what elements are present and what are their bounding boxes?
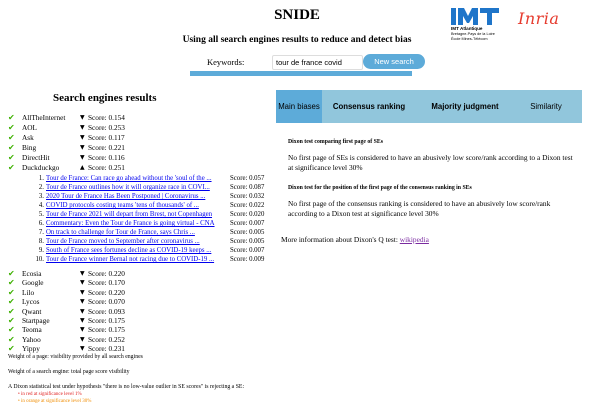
result-link[interactable]: Tour de France winner Bernal not racing … — [46, 255, 214, 264]
dixon-red-text: in red at significance level 1% — [21, 392, 82, 397]
check-icon: ✔ — [8, 133, 15, 142]
dixon-red-legend: • in red at significance level 1% — [18, 392, 82, 397]
result-index: 4. — [38, 202, 44, 209]
engine-weight-note: Weight of a search engine: total page sc… — [8, 369, 130, 375]
engine-score: Score: 0.231 — [88, 344, 125, 354]
result-link[interactable]: South of France sees fortunes decline as… — [46, 246, 211, 255]
dixon1-heading: Dixon test comparing first page of SEs — [288, 139, 384, 145]
keywords-label: Keywords: — [207, 57, 245, 67]
search-input[interactable] — [272, 55, 363, 70]
result-row: 8. Tour de France moved to September afte… — [32, 237, 264, 246]
imt-atlantique-logo: IMT Atlantique Bretagne-Pays de la Loire… — [449, 7, 507, 43]
dixon-intro-note: A Dixon statistical test under hypothesi… — [8, 384, 245, 390]
result-link[interactable]: Tour de France outlines how it will orga… — [46, 183, 210, 192]
check-icon: ✔ — [8, 344, 15, 354]
result-index: 8. — [38, 238, 44, 245]
result-row: 4. COVID protocols costing teams 'tens of… — [32, 201, 264, 210]
engine-score: Score: 0.117 — [88, 133, 125, 142]
engine-name: Ask — [22, 133, 34, 142]
result-index: 5. — [38, 211, 44, 218]
chevron-up-icon[interactable]: ▲ — [80, 163, 85, 173]
result-index: 7. — [38, 229, 44, 236]
result-link[interactable]: COVID protocols costing teams 'tens of t… — [46, 201, 199, 210]
results-title: Search engines results — [53, 92, 157, 104]
tab-bar: Main biases Consensus ranking Majority j… — [276, 90, 582, 123]
page-weight-note: Weight of a page: visibility provided by… — [8, 354, 143, 360]
dixon2-text: No first page of the consensus ranking i… — [288, 199, 551, 218]
engine-name: Bing — [22, 143, 37, 152]
result-score: Score: 0.005 — [230, 238, 265, 245]
chevron-down-icon[interactable]: ▼ — [80, 143, 85, 153]
new-search-button[interactable]: New search — [363, 54, 425, 69]
chevron-down-icon[interactable]: ▼ — [80, 153, 85, 163]
result-row: 1. Tour de France: Can race go ahead with… — [32, 174, 264, 183]
result-link[interactable]: Tour de France 2021 will depart from Bre… — [46, 210, 212, 219]
imt-logo-text-3: École Mines-Télécom — [451, 37, 488, 41]
chevron-down-icon[interactable]: ▼ — [80, 133, 85, 143]
imt-logo-text-2: Bretagne-Pays de la Loire — [451, 32, 495, 36]
engine-score: Score: 0.116 — [88, 153, 125, 162]
result-row: 5. Tour de France 2021 will depart from B… — [32, 210, 264, 219]
engine-name: Duckduckgo — [22, 163, 60, 172]
result-link[interactable]: Tour de France: Can race go ahead withou… — [46, 174, 212, 183]
result-link[interactable]: Commentary: Even the Tour de France is g… — [46, 219, 215, 228]
dixon-orange-text: in orange at significance level 30% — [21, 399, 92, 404]
engine-name: Yippy — [22, 344, 40, 354]
result-score: Score: 0.005 — [230, 229, 265, 236]
result-row: 6. Commentary: Even the Tour de France is… — [32, 219, 264, 228]
tab-similarity[interactable]: Similarity — [510, 90, 582, 123]
engine-score: Score: 0.251 — [88, 163, 125, 172]
tab-main-biases[interactable]: Main biases — [276, 90, 322, 123]
result-link[interactable]: On track to challenge for Tour de France… — [46, 228, 195, 237]
engine-name: AllTheInternet — [22, 113, 66, 122]
dixon1-text: No first page of SEs is considered to ha… — [288, 153, 573, 172]
result-link[interactable]: Tour de France moved to September after … — [46, 237, 200, 246]
engine-name: AOL — [22, 123, 37, 132]
result-row: 2. Tour de France outlines how it will or… — [32, 183, 264, 192]
result-index: 1. — [38, 175, 44, 182]
result-row: 7. On track to challenge for Tour de Fran… — [32, 228, 264, 237]
inria-logo: Inria — [518, 9, 560, 28]
result-row: 10. Tour de France winner Bernal not raci… — [32, 255, 265, 264]
imt-logo-text-1: IMT Atlantique — [451, 26, 483, 31]
result-row: 9. South of France sees fortunes decline … — [32, 246, 264, 255]
more-info-text: More information about Dixon's Q test: — [281, 235, 398, 244]
check-icon: ✔ — [8, 143, 15, 152]
result-index: 10. — [35, 256, 45, 263]
chevron-down-icon[interactable]: ▼ — [80, 113, 85, 123]
result-score: Score: 0.009 — [230, 256, 265, 263]
result-index: 6. — [38, 220, 44, 227]
check-icon: ✔ — [8, 113, 15, 122]
result-score: Score: 0.020 — [230, 211, 265, 218]
dixon-orange-legend: • in orange at significance level 30% — [18, 399, 92, 404]
check-icon: ✔ — [8, 163, 15, 172]
engine-score: Score: 0.253 — [88, 123, 125, 132]
check-icon: ✔ — [8, 153, 15, 162]
check-icon: ✔ — [8, 123, 15, 132]
result-index: 2. — [38, 184, 44, 191]
engine-score: Score: 0.154 — [88, 113, 125, 122]
result-index: 9. — [38, 247, 44, 254]
result-score: Score: 0.032 — [230, 193, 265, 200]
chevron-down-icon[interactable]: ▼ — [80, 344, 85, 354]
progress-bar — [190, 71, 412, 76]
result-score: Score: 0.007 — [230, 220, 265, 227]
result-score: Score: 0.087 — [230, 184, 265, 191]
result-score: Score: 0.022 — [230, 202, 265, 209]
result-score: Score: 0.057 — [230, 175, 265, 182]
result-link[interactable]: 2020 Tour de France Has Been Postponed |… — [46, 192, 205, 201]
wikipedia-link[interactable]: wikipedia — [400, 235, 429, 244]
more-info: More information about Dixon's Q test: w… — [281, 235, 429, 244]
result-row: 3. 2020 Tour de France Has Been Postponed… — [32, 192, 264, 201]
tab-consensus-ranking[interactable]: Consensus ranking — [328, 90, 410, 123]
engine-name: DirectHit — [22, 153, 50, 162]
engine-score: Score: 0.221 — [88, 143, 125, 152]
tab-majority-judgment[interactable]: Majority judgment — [420, 90, 510, 123]
result-score: Score: 0.007 — [230, 247, 265, 254]
chevron-down-icon[interactable]: ▼ — [80, 123, 85, 133]
dixon2-heading: Dixon test for the position of the first… — [288, 185, 472, 191]
result-index: 3. — [38, 193, 44, 200]
